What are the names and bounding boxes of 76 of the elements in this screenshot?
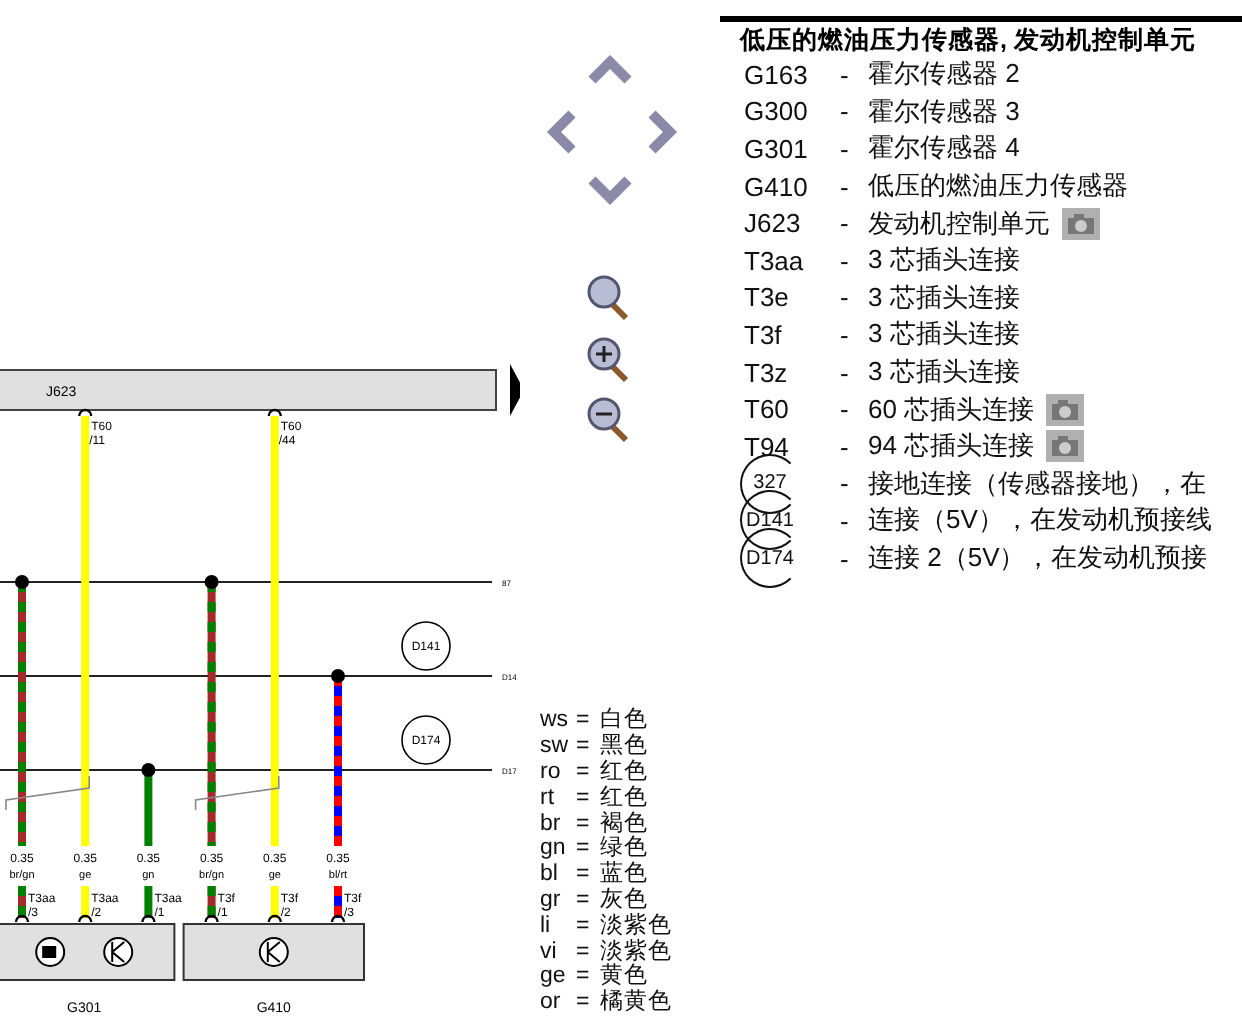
dash: - (840, 543, 851, 574)
dash: - (840, 245, 851, 276)
component-description: 连接（5V），在发动机预接线 (868, 502, 1212, 539)
color-name: 淡紫色 (600, 939, 672, 964)
component-description: 霍尔传感器 3 (868, 93, 1020, 130)
component-description: 94 芯插头连接 (868, 428, 1035, 465)
equals-sign: = (576, 939, 592, 965)
component-code: T3e (744, 282, 791, 313)
component-description: 连接 2（5V），在发动机预接 (868, 540, 1208, 577)
color-code: gr (540, 888, 563, 914)
dash: - (840, 394, 851, 425)
component-description: 接地连接（传感器接地），在 (868, 465, 1206, 502)
equals-sign: = (576, 708, 592, 735)
component-code: T3aa (744, 245, 806, 276)
component-code: T3f (744, 319, 784, 350)
component-code: T60 (744, 394, 791, 425)
color-name: 蓝色 (600, 862, 648, 887)
component-code: G163 (744, 59, 810, 90)
component-code: G410 (744, 171, 810, 202)
equals-sign: = (576, 811, 592, 837)
component-description: 3 芯插头连接 (868, 242, 1020, 279)
dash: - (840, 431, 851, 462)
component-code: J623 (744, 208, 803, 239)
dash: - (840, 96, 851, 127)
color-name: 黑色 (600, 734, 648, 759)
component-description: 霍尔传感器 2 (868, 56, 1020, 93)
color-code: li (540, 913, 553, 940)
color-name: 红色 (600, 785, 648, 811)
component-description: 低压的燃油压力传感器 (868, 168, 1128, 205)
equals-sign: = (576, 734, 592, 761)
equals-sign: = (576, 990, 592, 1016)
dash: - (840, 319, 851, 350)
color-name: 绿色 (600, 836, 648, 861)
component-code: G301 (744, 133, 810, 164)
color-code: ws (540, 708, 571, 735)
color-name: 褐色 (600, 811, 648, 836)
component-code: T3z (744, 357, 790, 388)
color-code: br (540, 811, 563, 837)
equals-sign: = (576, 785, 592, 812)
component-description: 60 芯插头连接 (868, 391, 1035, 428)
dash: - (840, 468, 851, 499)
color-code: ro (540, 760, 563, 786)
color-code: bl (540, 862, 560, 889)
equals-sign: = (576, 964, 592, 991)
color-code: gn (540, 836, 568, 863)
color-name: 淡紫色 (600, 913, 672, 938)
legend-title: 低压的燃油压力传感器, 发动机控制单元 (740, 24, 1198, 56)
equals-sign: = (576, 760, 592, 786)
color-name: 白色 (600, 708, 648, 733)
dash: - (840, 357, 851, 388)
color-name: 黄色 (600, 964, 648, 989)
color-code: ge (540, 964, 568, 991)
dash: - (840, 59, 851, 90)
component-description: 3 芯插头连接 (868, 354, 1020, 391)
component-description: 霍尔传感器 4 (868, 130, 1020, 167)
dash: - (840, 505, 851, 536)
color-name: 橘黄色 (600, 990, 672, 1016)
dash: - (840, 133, 851, 164)
color-name: 红色 (600, 760, 648, 785)
component-code: G300 (744, 96, 810, 127)
connection-marker: D174 (740, 528, 800, 589)
equals-sign: = (576, 888, 592, 914)
equals-sign: = (576, 836, 592, 863)
equals-sign: = (576, 913, 592, 940)
color-code: rt (540, 785, 557, 812)
color-code: vi (540, 939, 559, 965)
dash: - (840, 171, 851, 202)
component-description: 发动机控制单元 (868, 205, 1050, 242)
color-code: sw (540, 734, 571, 761)
dash: - (840, 208, 851, 239)
component-description: 3 芯插头连接 (868, 316, 1020, 353)
dash: - (840, 282, 851, 313)
component-description: 3 芯插头连接 (868, 279, 1020, 316)
color-name: 灰色 (600, 888, 648, 913)
color-code: or (540, 990, 563, 1016)
equals-sign: = (576, 862, 592, 889)
